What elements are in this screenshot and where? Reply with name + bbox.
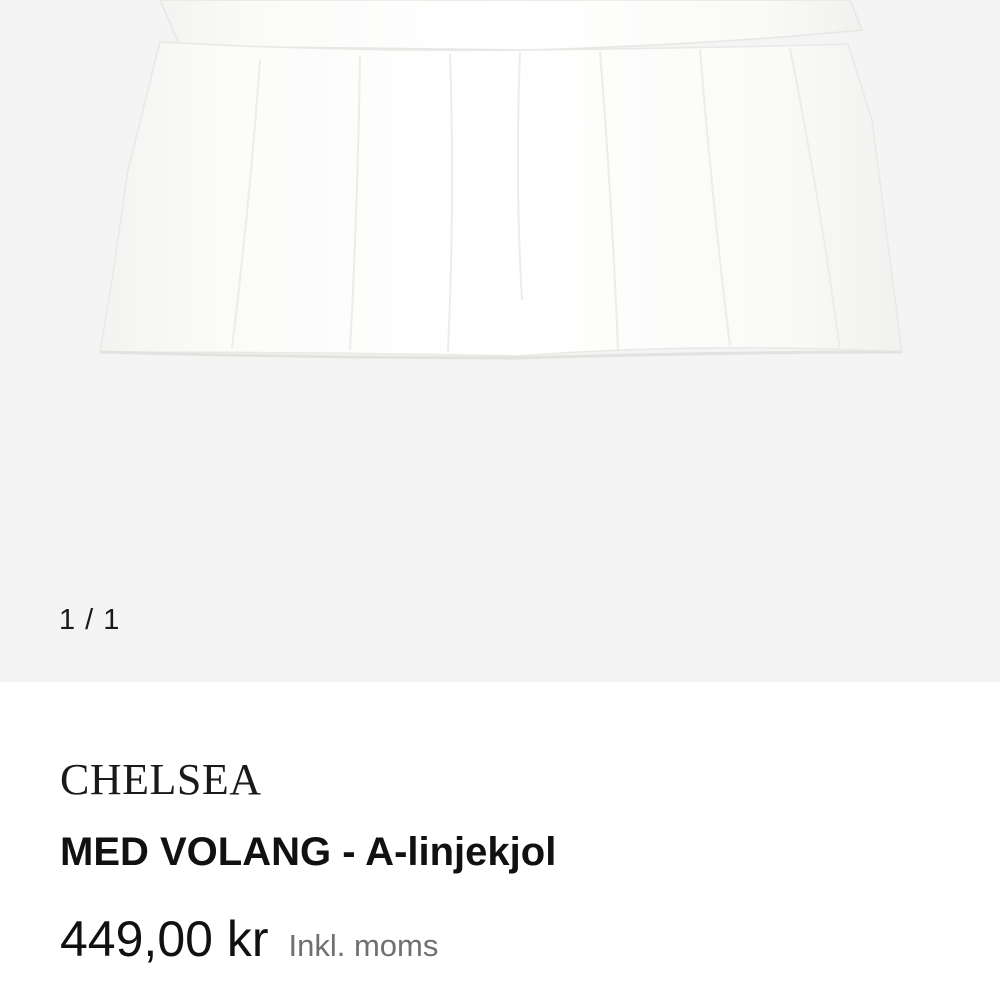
- price-row: 449,00 kr Inkl. moms: [60, 910, 438, 968]
- brand-name[interactable]: CHELSEA: [60, 754, 262, 805]
- vat-note: Inkl. moms: [288, 928, 439, 963]
- image-counter: 1 / 1: [59, 604, 121, 636]
- product-image[interactable]: [0, 0, 1000, 682]
- product-title: MED VOLANG - A-linjekjol: [60, 830, 557, 874]
- product-image-gallery[interactable]: 1 / 1: [0, 0, 1000, 682]
- product-price: 449,00 kr: [60, 911, 269, 967]
